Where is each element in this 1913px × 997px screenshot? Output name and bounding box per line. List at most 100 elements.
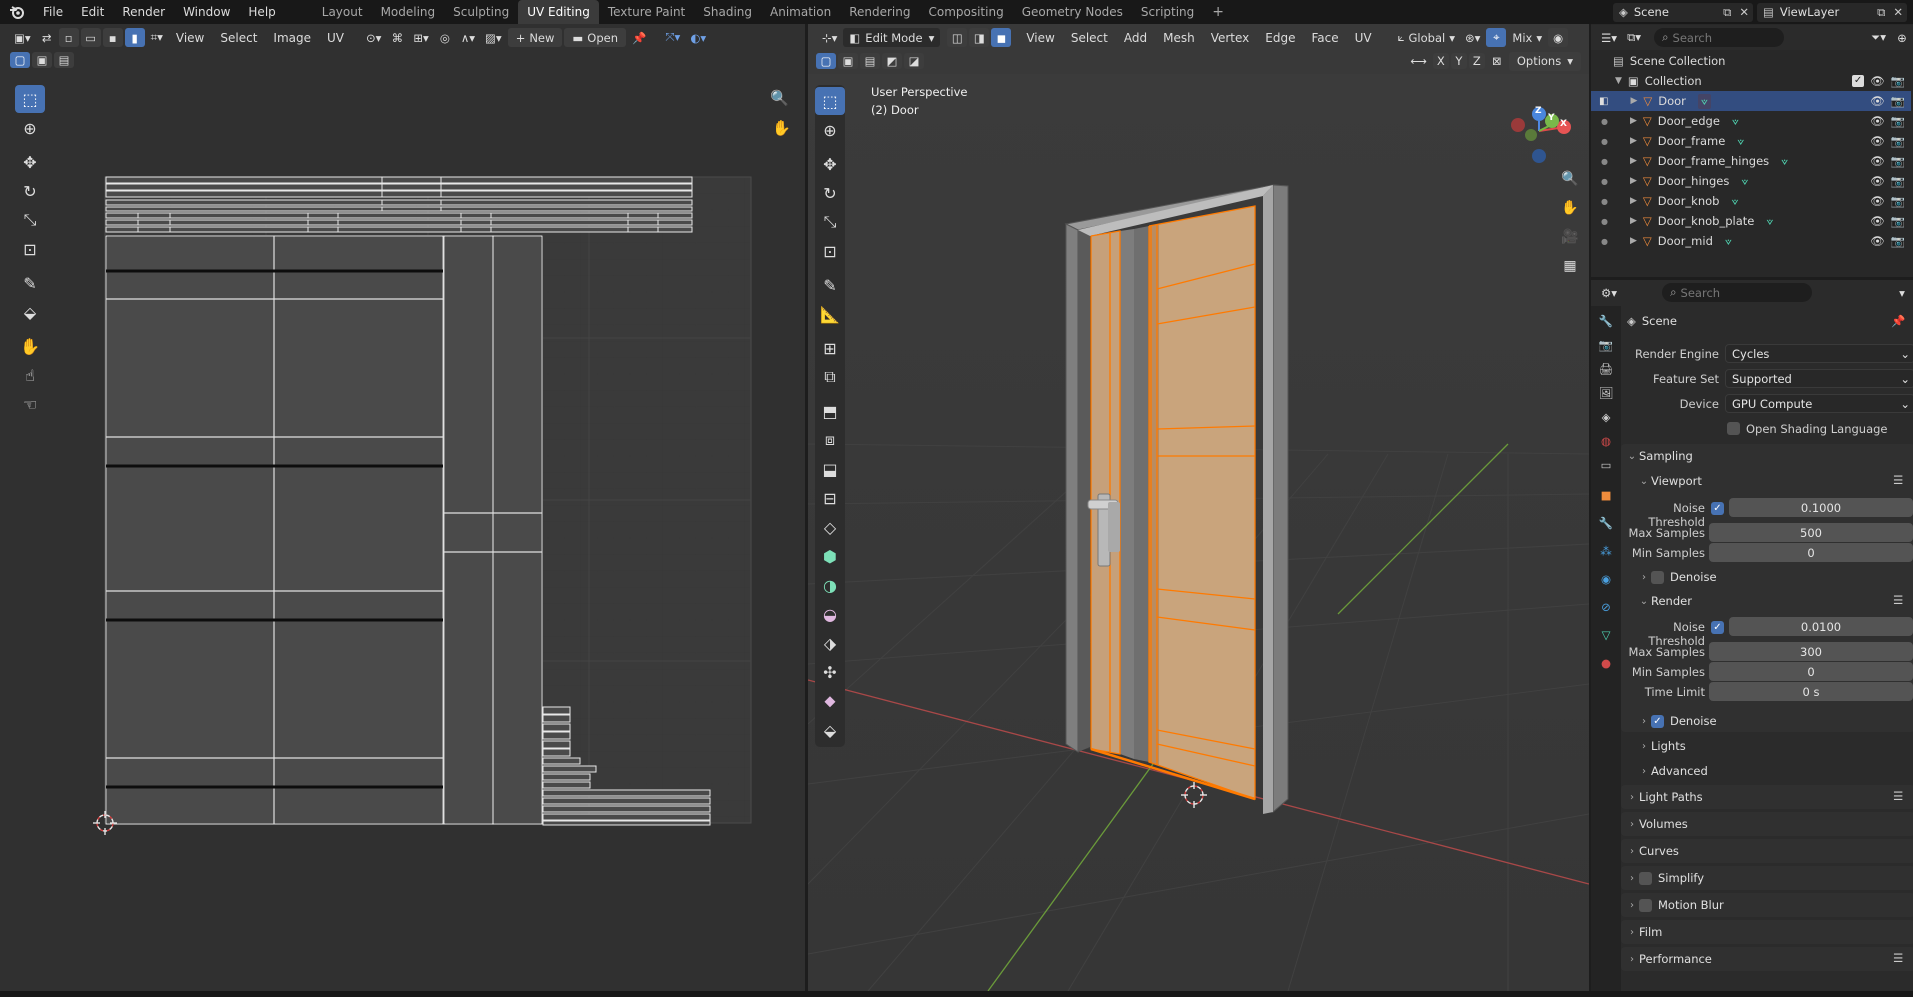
vp-noise-threshold-field[interactable]: 0.1000 [1729,498,1913,517]
mesh-data-icon[interactable]: ⟇ [1732,114,1739,129]
visibility-icon[interactable]: 👁 [1870,234,1885,248]
filter-icon[interactable]: ⏷▾ [1867,28,1890,47]
vp-cursor-tool-icon[interactable]: ⊕ [815,116,845,144]
collection-expand-icon[interactable]: ▼ [1615,76,1622,86]
mesh-data-icon[interactable]: ⟇ [1741,174,1748,189]
scene-copy-icon[interactable]: ⧉ [1719,5,1735,20]
simplify-checkbox[interactable] [1639,871,1652,885]
vp-transform-tool-icon[interactable]: ⊡ [815,237,845,265]
vp-spin-icon[interactable]: ◑ [815,571,845,599]
vp-shrink-icon[interactable]: ✣ [815,658,845,686]
visibility-icon[interactable]: 👁 [1870,94,1885,108]
vp-pan-icon[interactable]: ✋ [1555,194,1585,222]
expand-icon[interactable]: ▶ [1630,116,1637,126]
visibility-icon[interactable]: 👁 [1870,194,1885,208]
expand-icon[interactable]: ▶ [1630,96,1637,106]
tab-sculpting[interactable]: Sculpting [444,0,518,24]
mesh-data-icon[interactable]: ⟇ [1781,154,1788,169]
properties-type-icon[interactable]: ⚙▾ [1597,283,1621,302]
advanced-subpanel-header[interactable]: › Advanced [1637,759,1913,783]
simplify-panel-header[interactable]: › Simplify [1625,866,1913,890]
expand-icon[interactable]: ▶ [1630,176,1637,186]
vp-loop-cut-icon[interactable]: ⊟ [815,484,845,512]
r-noise-threshold-field[interactable]: 0.0100 [1729,617,1913,636]
mesh-data-icon[interactable]: ⟇ [1725,234,1732,249]
performance-panel-header[interactable]: › Performance [1625,947,1913,971]
lights-subpanel-header[interactable]: › Lights [1637,734,1913,758]
collection-render-icon[interactable]: 📷 [1891,74,1905,88]
vp-select-box-tool-icon[interactable]: ⬚ [815,87,845,115]
object-tab-icon[interactable]: ■ [1601,488,1612,516]
tab-rendering[interactable]: Rendering [840,0,919,24]
physics-tab-icon[interactable]: ◉ [1601,572,1611,600]
pin-icon[interactable]: 📌 [1891,314,1905,328]
collection-checkbox-icon[interactable]: ✓ [1852,75,1865,87]
modifier-tab-icon[interactable]: 🔧 [1599,516,1613,544]
visibility-icon[interactable]: 👁 [1870,214,1885,228]
vp-inset-icon[interactable]: ⧈ [815,426,845,454]
viewport-subpanel-header[interactable]: ⌄ Viewport [1637,469,1913,493]
vp-shear-icon[interactable]: ⬥ [815,687,845,715]
render-icon[interactable]: 📷 [1891,154,1905,168]
tab-layout[interactable]: Layout [313,0,372,24]
outliner-item-door-frame-hinges[interactable]: ● ▶ ▽ Door_frame_hinges ⟇ 👁 📷 [1591,151,1911,171]
motion-blur-checkbox[interactable] [1639,898,1652,912]
menu-window[interactable]: Window [174,0,239,24]
outliner-search[interactable]: ⌕ Search [1654,28,1785,47]
vp-annotate-tool-icon[interactable]: ✎ [815,271,845,299]
viewport-list-icon[interactable]: ☰ [1893,473,1903,487]
light-paths-list-icon[interactable]: ☰ [1893,789,1903,803]
visibility-icon[interactable]: 👁 [1870,174,1885,188]
r-min-samples-field[interactable]: 0 [1709,662,1913,681]
tab-uv-editing[interactable]: UV Editing [518,0,599,24]
vp-move-tool-icon[interactable]: ✥ [815,150,845,178]
vp-smooth-icon[interactable]: ◒ [815,600,845,628]
scene-collection-row[interactable]: ▤ Scene Collection [1591,51,1911,71]
view-layer-remove-icon[interactable]: ✕ [1889,5,1907,19]
vp-scale-tool-icon[interactable]: ⤡ [815,208,845,236]
curves-panel-header[interactable]: › Curves [1625,839,1913,863]
vp-grid-icon[interactable]: ▦ [1555,252,1585,280]
collection-tab-icon[interactable]: ▭ [1601,458,1612,488]
menu-render[interactable]: Render [113,0,174,24]
scene-remove-icon[interactable]: ✕ [1735,5,1753,19]
outliner-item-door-knob[interactable]: ● ▶ ▽ Door_knob ⟇ 👁 📷 [1591,191,1911,211]
menu-file[interactable]: File [34,0,72,24]
data-tab-icon[interactable]: ▽ [1602,628,1611,656]
material-tab-icon[interactable]: ● [1601,656,1611,684]
motion-blur-panel-header[interactable]: › Motion Blur [1625,893,1913,917]
render-icon[interactable]: 📷 [1891,234,1905,248]
collection-visibility-icon[interactable]: 👁 [1870,74,1885,88]
output-tab-icon[interactable]: 🖨 [1599,362,1614,386]
vp-camera-icon[interactable]: 🎥 [1555,223,1585,251]
world-tab-icon[interactable]: ◍ [1601,434,1611,458]
vp-bevel-icon[interactable]: ⬓ [815,455,845,483]
performance-list-icon[interactable]: ☰ [1893,951,1903,965]
properties-search[interactable]: ⌕ Search [1662,283,1813,302]
mesh-data-icon[interactable]: ⟇ [1731,194,1738,209]
new-collection-icon[interactable]: ⊕ [1892,28,1912,47]
render-icon[interactable]: 📷 [1891,214,1905,228]
render-icon[interactable]: 📷 [1891,194,1905,208]
render-tab-icon[interactable]: 📷 [1599,338,1613,362]
film-panel-header[interactable]: › Film [1625,920,1913,944]
tab-animation[interactable]: Animation [761,0,840,24]
vp-min-samples-field[interactable]: 0 [1709,543,1913,562]
light-paths-panel-header[interactable]: › Light Paths [1625,785,1913,809]
scene-selector[interactable]: ◈ Scene ⧉ ✕ [1613,2,1753,22]
vp-noise-threshold-checkbox[interactable]: ✓ [1711,502,1724,515]
render-subpanel-header[interactable]: ⌄ Render [1637,589,1913,613]
mesh-data-icon[interactable]: ⟇ [1766,214,1773,229]
expand-icon[interactable]: ▶ [1630,196,1637,206]
volumes-panel-header[interactable]: › Volumes [1625,812,1913,836]
mesh-data-icon[interactable]: ⟇ [1737,134,1744,149]
visibility-icon[interactable]: 👁 [1870,154,1885,168]
vp-knife-icon[interactable]: ◇ [815,513,845,541]
outliner-item-door-frame[interactable]: ● ▶ ▽ Door_frame ⟇ 👁 📷 [1591,131,1911,151]
uv-canvas[interactable] [0,24,805,991]
r-denoise-subpanel-header[interactable]: › ✓ Denoise [1637,709,1913,733]
blender-logo-icon[interactable] [0,5,34,19]
visibility-icon[interactable]: 👁 [1870,134,1885,148]
tab-texture-paint[interactable]: Texture Paint [599,0,694,24]
r-max-samples-field[interactable]: 300 [1709,642,1913,661]
